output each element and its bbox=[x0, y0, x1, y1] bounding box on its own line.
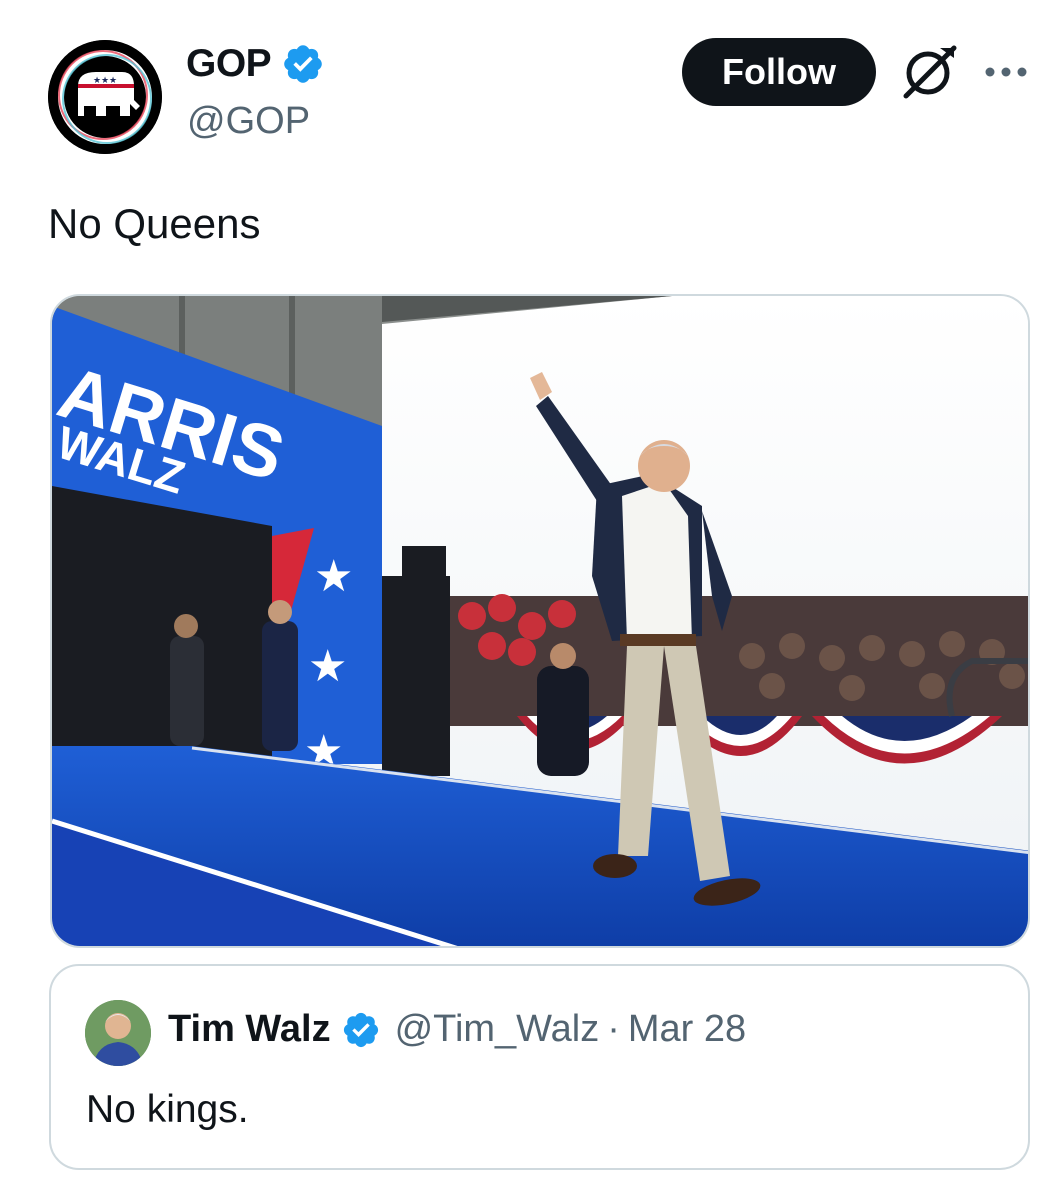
gop-avatar[interactable]: ★ ★ ★ bbox=[48, 40, 162, 154]
author-handle[interactable]: @GOP bbox=[187, 100, 310, 143]
meta-separator: · bbox=[607, 1008, 620, 1050]
quoted-post[interactable]: Tim Walz @Tim_Walz · Mar 28 No kings. bbox=[49, 964, 1030, 1170]
gop-elephant-logo-icon: ★ ★ ★ bbox=[48, 40, 162, 154]
post-text: No Queens bbox=[48, 200, 261, 247]
quoted-post-text: No kings. bbox=[86, 1088, 249, 1131]
svg-text:★: ★ bbox=[314, 551, 353, 602]
verified-badge-icon[interactable] bbox=[281, 42, 325, 86]
svg-text:★: ★ bbox=[93, 76, 101, 86]
svg-text:★: ★ bbox=[308, 641, 347, 692]
svg-text:★: ★ bbox=[109, 76, 117, 86]
quoted-author-avatar[interactable] bbox=[85, 1000, 151, 1066]
grok-icon[interactable] bbox=[900, 44, 958, 100]
author-name-row: GOP bbox=[186, 42, 325, 86]
svg-text:★: ★ bbox=[101, 76, 109, 86]
quoted-author-name: Tim Walz bbox=[168, 1008, 331, 1050]
more-icon[interactable] bbox=[982, 60, 1030, 84]
post-image[interactable]: ARRIS WALZ ★ ★ ★ bbox=[50, 294, 1030, 948]
follow-button[interactable]: Follow bbox=[682, 38, 876, 106]
quoted-post-date: Mar 28 bbox=[627, 1008, 747, 1050]
verified-badge-icon bbox=[343, 1012, 378, 1047]
quoted-author-handle: @Tim_Walz bbox=[394, 1008, 600, 1050]
author-display-name[interactable]: GOP bbox=[186, 42, 272, 86]
quoted-author-row: Tim Walz @Tim_Walz · Mar 28 bbox=[168, 1008, 746, 1051]
